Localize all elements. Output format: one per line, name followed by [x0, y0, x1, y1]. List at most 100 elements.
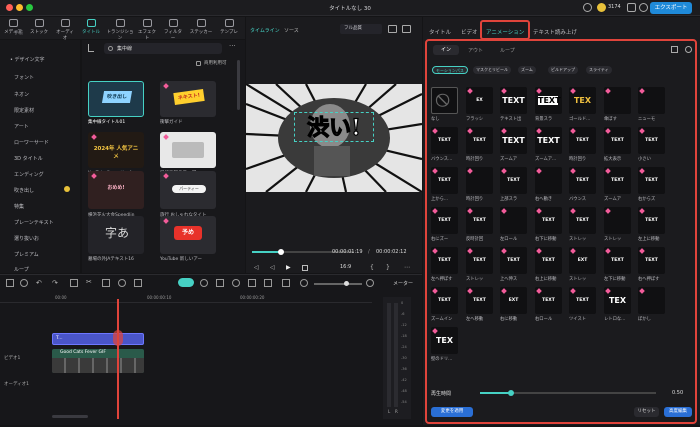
timeline-scrollbar[interactable] [52, 415, 88, 418]
animation-preset-tile[interactable]: TEXT [466, 247, 493, 274]
animation-preset-tile[interactable]: TEXT [569, 127, 596, 154]
animation-preset-tile[interactable]: TEXT [466, 287, 493, 314]
animation-preset-tile[interactable]: TEXT [431, 287, 458, 314]
zoom-in-icon[interactable] [366, 279, 374, 287]
select-tool-icon[interactable] [20, 279, 28, 287]
animation-preset-tile[interactable]: TEXT [466, 127, 493, 154]
info-icon[interactable] [685, 46, 692, 53]
animation-preset-tile[interactable] [638, 287, 665, 314]
zoom-out-icon[interactable] [300, 279, 308, 287]
video-frame[interactable]: 渋い! [246, 84, 422, 192]
reset-button[interactable]: リセット [634, 407, 659, 417]
sidebar-item-premium[interactable]: プレミアム [14, 251, 39, 258]
export-button[interactable]: エクスポート [650, 2, 692, 14]
animation-preset-tile[interactable] [466, 167, 493, 194]
filter-icon[interactable] [671, 46, 678, 53]
bell-icon[interactable] [583, 3, 592, 12]
filter-mask-reveal[interactable]: マスクとリビール [473, 66, 511, 74]
zoom-fit-icon[interactable] [282, 279, 290, 287]
play-icon[interactable]: ▶ [286, 264, 291, 271]
transform-icon[interactable] [134, 279, 142, 287]
step-back-icon[interactable]: ◁ [270, 264, 275, 271]
quality-select[interactable]: フル品質 [340, 24, 382, 34]
title-card[interactable]: ネキスト! [160, 81, 216, 117]
duration-slider[interactable] [480, 390, 656, 396]
animation-preset-tile[interactable]: TEXT [500, 127, 527, 154]
search-box[interactable]: 集中線 [104, 43, 222, 54]
delete-icon[interactable] [70, 279, 78, 287]
advanced-edit-button[interactable]: 高度編集 [664, 407, 692, 417]
sidebar-item-art[interactable]: アート [14, 123, 29, 130]
tab-titles[interactable]: タイトル [80, 19, 102, 35]
stop-icon[interactable] [302, 265, 308, 271]
animation-preset-tile[interactable]: TEXT [535, 87, 562, 114]
split-icon[interactable]: ✂ [86, 278, 92, 286]
animation-preset-tile[interactable]: TEXT [569, 167, 596, 194]
zoom-slider[interactable] [314, 281, 362, 286]
animation-preset-tile[interactable]: TEXT [638, 247, 665, 274]
tab-effects[interactable]: エフェクト [136, 19, 158, 41]
filter-motion-path[interactable]: モーションパス [432, 66, 468, 74]
animation-preset-tile[interactable] [638, 87, 665, 114]
layout-icon[interactable] [6, 279, 14, 287]
sidebar-item-loop[interactable]: ループ [14, 266, 29, 273]
sidebar-item-font[interactable]: フォント [14, 74, 34, 81]
sidebar-item-plain-text[interactable]: プレーンテキスト [14, 219, 54, 226]
search-input[interactable]: 集中線 [117, 45, 132, 52]
animation-preset-tile[interactable]: TEXT [604, 167, 631, 194]
animation-preset-tile[interactable]: TEXT [431, 207, 458, 234]
filter-slide[interactable]: スライティ [586, 66, 612, 74]
mic-icon[interactable] [232, 279, 240, 287]
tab-audio[interactable]: オーディオ [54, 19, 76, 41]
filter-zoom[interactable]: ズーム [518, 66, 536, 74]
sidebar-item-selection[interactable]: 選り抜いお [14, 235, 39, 242]
animation-preset-tile[interactable]: TEXT [638, 207, 665, 234]
title-card[interactable]: 字あ [88, 216, 144, 254]
tab-title[interactable]: タイトル [429, 28, 451, 36]
subtab-loop[interactable]: ループ [500, 47, 515, 54]
browser-scrollbar[interactable] [237, 60, 240, 110]
snap-icon[interactable] [248, 279, 256, 287]
marker-icon[interactable] [216, 279, 224, 287]
animation-preset-tile[interactable] [535, 167, 562, 194]
commercial-checkbox[interactable] [196, 61, 201, 66]
animation-preset-tile[interactable]: TEXT [431, 167, 458, 194]
ai-toggle[interactable] [178, 278, 194, 287]
tab-source[interactable]: ソース [284, 27, 299, 34]
animation-preset-tile[interactable]: TEXT [431, 247, 458, 274]
duration-handle[interactable] [507, 390, 514, 396]
tab-templates[interactable]: テンプレ [218, 19, 240, 35]
animation-preset-tile[interactable]: ⃠ [431, 87, 458, 114]
title-card[interactable]: 吹き出し [88, 81, 144, 117]
speed-icon[interactable] [118, 279, 126, 287]
subtab-out[interactable]: アウト [468, 47, 483, 54]
zoom-handle[interactable] [344, 281, 349, 286]
animation-preset-tile[interactable]: TEXT [500, 167, 527, 194]
apply-changes-button[interactable]: 変更を適用 [431, 407, 473, 417]
animation-preset-tile[interactable]: TEXT [535, 247, 562, 274]
title-card[interactable]: 2024年 人気アニメ [88, 132, 144, 168]
animation-preset-tile[interactable]: TEXT [604, 127, 631, 154]
animation-preset-tile[interactable] [604, 87, 631, 114]
undo-icon[interactable]: ↶ [36, 279, 42, 287]
animation-preset-tile[interactable]: EXT [500, 287, 527, 314]
sidebar-item-limited[interactable]: 限定素材 [14, 107, 34, 114]
bracket-in-icon[interactable]: { [370, 264, 374, 271]
animation-preset-tile[interactable] [500, 207, 527, 234]
tab-filters[interactable]: フィルター [162, 19, 184, 41]
animation-preset-tile[interactable]: TEXT [569, 287, 596, 314]
sidebar-item-lower-third[interactable]: ローワーサード [14, 139, 49, 146]
timeline-ruler[interactable]: 00:00 00:00:00:10 00:00:00:20 [0, 293, 372, 303]
animation-preset-tile[interactable]: TEX [431, 327, 458, 354]
sidebar-item-techo[interactable]: 手帳 [14, 30, 23, 36]
tab-stickers[interactable]: ステッカー [188, 19, 214, 35]
more-icon[interactable]: ⋯ [404, 264, 410, 271]
sidebar-item-bubble[interactable]: 吹き出し [14, 187, 34, 194]
tab-transitions[interactable]: トランジション [106, 19, 134, 41]
video-clip[interactable]: Good Cats Fever GIF [52, 349, 144, 373]
snapshot-icon[interactable] [388, 25, 397, 33]
tab-text-to-speech[interactable]: テキスト読み上げ [533, 28, 577, 36]
tab-video[interactable]: ビデオ [461, 28, 478, 36]
animation-preset-tile[interactable]: EXT [569, 247, 596, 274]
animation-preset-tile[interactable]: TEX [569, 87, 596, 114]
